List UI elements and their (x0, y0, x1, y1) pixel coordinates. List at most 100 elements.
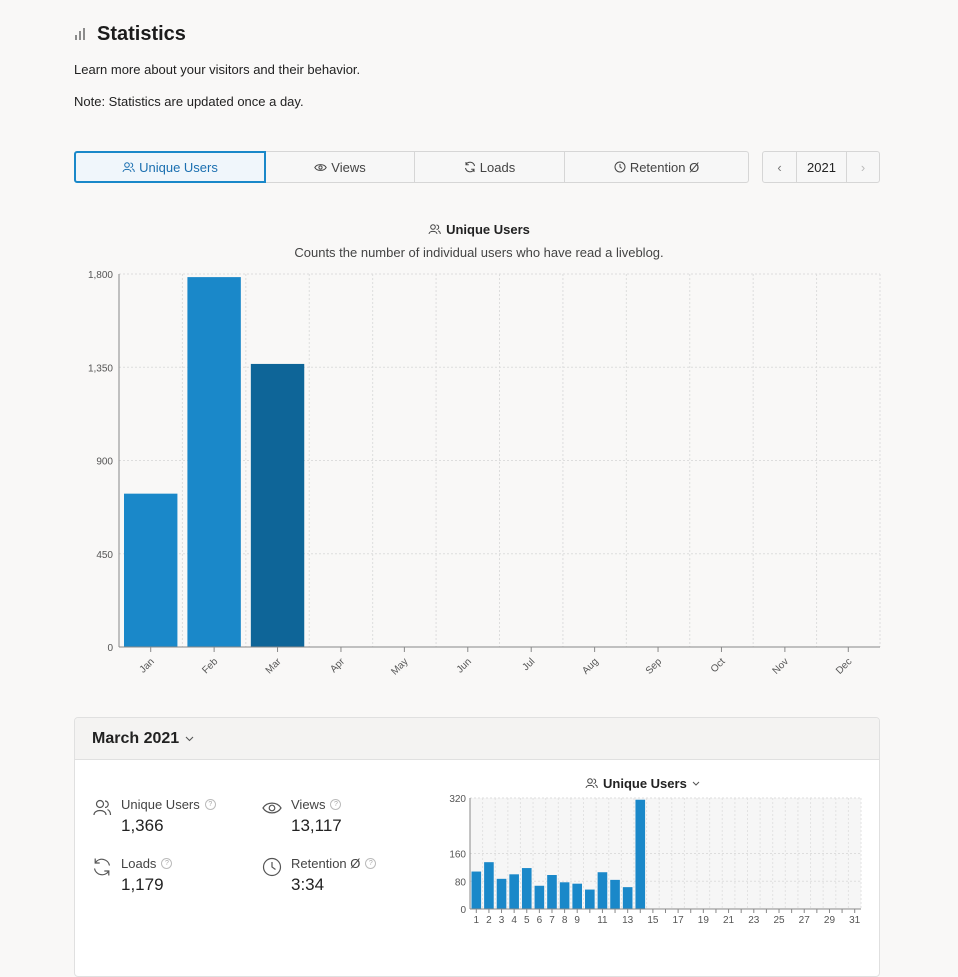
bar (635, 800, 645, 909)
bar (509, 874, 519, 909)
stat-label: Views (291, 797, 325, 812)
clock-icon (614, 161, 626, 173)
refresh-icon (92, 857, 112, 877)
users-icon (122, 162, 135, 173)
monthly-users-chart: 04509001,3501,800JanFebMarAprMayJunJulAu… (74, 268, 884, 683)
help-icon[interactable]: ? (365, 858, 376, 869)
x-tick-label: May (389, 656, 410, 677)
x-tick-label: Feb (200, 656, 220, 676)
x-tick-label: 3 (499, 915, 505, 926)
bar (484, 862, 494, 909)
stat-retention: Retention Ø? 3:34 (262, 856, 376, 895)
next-year-button[interactable]: › (846, 151, 880, 183)
users-icon (92, 798, 112, 818)
x-tick-label: 8 (562, 915, 568, 926)
y-tick-label: 1,800 (88, 270, 113, 281)
bar (560, 882, 570, 909)
tab-label: Retention Ø (630, 160, 699, 175)
stat-value: 1,179 (121, 875, 172, 895)
stat-value: 13,117 (291, 816, 342, 836)
page-description: Learn more about your visitors and their… (74, 62, 360, 77)
tab-label: Unique Users (139, 160, 218, 175)
daily-users-chart: 0801603201234567891113151719212325272931 (435, 792, 875, 932)
tab-unique-users[interactable]: Unique Users (74, 151, 266, 183)
stat-label: Loads (121, 856, 156, 871)
x-tick-label: 15 (647, 915, 659, 926)
x-tick-label: 27 (799, 915, 811, 926)
x-tick-label: Oct (709, 656, 728, 675)
users-icon (428, 224, 441, 235)
year-selector: ‹ 2021 › (762, 151, 880, 183)
bar (598, 872, 608, 909)
bar (535, 886, 545, 909)
y-tick-label: 320 (449, 794, 466, 805)
y-tick-label: 1,350 (88, 363, 113, 374)
eye-icon (314, 163, 327, 172)
x-tick-label: 21 (723, 915, 735, 926)
stat-label: Retention Ø (291, 856, 360, 871)
month-summary-card: March 2021 Unique Users? 1,366 Views? 13… (74, 717, 880, 977)
x-tick-label: 5 (524, 915, 530, 926)
users-icon (585, 778, 598, 789)
metric-dropdown[interactable]: Unique Users (585, 776, 700, 791)
chart-title: Unique Users (428, 222, 530, 237)
x-tick-label: 19 (698, 915, 710, 926)
bar (572, 884, 582, 909)
bar (623, 887, 633, 909)
y-tick-label: 0 (107, 643, 113, 654)
stat-value: 1,366 (121, 816, 216, 836)
stat-label: Unique Users (121, 797, 200, 812)
bar (251, 364, 304, 647)
x-tick-label: 29 (824, 915, 836, 926)
y-tick-label: 450 (96, 550, 113, 561)
y-tick-label: 80 (455, 877, 467, 888)
tab-views[interactable]: Views (265, 151, 415, 183)
y-tick-label: 900 (96, 457, 113, 468)
bar-chart-icon (74, 27, 88, 41)
bar (124, 494, 177, 647)
bar (522, 868, 532, 909)
y-tick-label: 160 (449, 850, 466, 861)
x-tick-label: Jun (455, 656, 474, 675)
stat-value: 3:34 (291, 875, 376, 895)
bar (610, 880, 620, 909)
tab-loads[interactable]: Loads (414, 151, 565, 183)
current-year: 2021 (796, 151, 847, 183)
y-tick-label: 0 (460, 905, 466, 916)
x-tick-label: 4 (511, 915, 517, 926)
chart-subtitle: Counts the number of individual users wh… (0, 245, 958, 260)
x-tick-label: Aug (580, 656, 600, 676)
x-tick-label: 13 (622, 915, 634, 926)
x-tick-label: 11 (597, 915, 608, 926)
tab-retention[interactable]: Retention Ø (564, 151, 749, 183)
clock-icon (262, 857, 282, 877)
x-tick-label: Mar (264, 656, 284, 676)
tab-label: Loads (480, 160, 515, 175)
month-title: March 2021 (92, 730, 179, 748)
bar (187, 277, 240, 647)
help-icon[interactable]: ? (161, 858, 172, 869)
page-header: Statistics (74, 20, 186, 48)
x-tick-label: 25 (773, 915, 785, 926)
update-note: Note: Statistics are updated once a day. (74, 94, 304, 109)
stat-loads: Loads? 1,179 (92, 856, 172, 895)
previous-year-button[interactable]: ‹ (762, 151, 797, 183)
x-tick-label: 23 (748, 915, 760, 926)
x-tick-label: 17 (673, 915, 685, 926)
bar (472, 872, 482, 909)
help-icon[interactable]: ? (205, 799, 216, 810)
help-icon[interactable]: ? (330, 799, 341, 810)
metric-dropdown-label: Unique Users (603, 776, 687, 791)
refresh-icon (464, 161, 476, 173)
eye-icon (262, 798, 282, 818)
chart-header: Unique Users Counts the number of indivi… (0, 222, 958, 260)
x-tick-label: Nov (771, 656, 791, 676)
bar (547, 875, 557, 909)
stat-views: Views? 13,117 (262, 797, 342, 836)
x-tick-label: 9 (574, 915, 580, 926)
x-tick-label: 2 (486, 915, 492, 926)
stat-unique-users: Unique Users? 1,366 (92, 797, 216, 836)
chevron-down-icon (692, 781, 700, 786)
month-selector[interactable]: March 2021 (75, 718, 879, 760)
x-tick-label: 1 (474, 915, 480, 926)
